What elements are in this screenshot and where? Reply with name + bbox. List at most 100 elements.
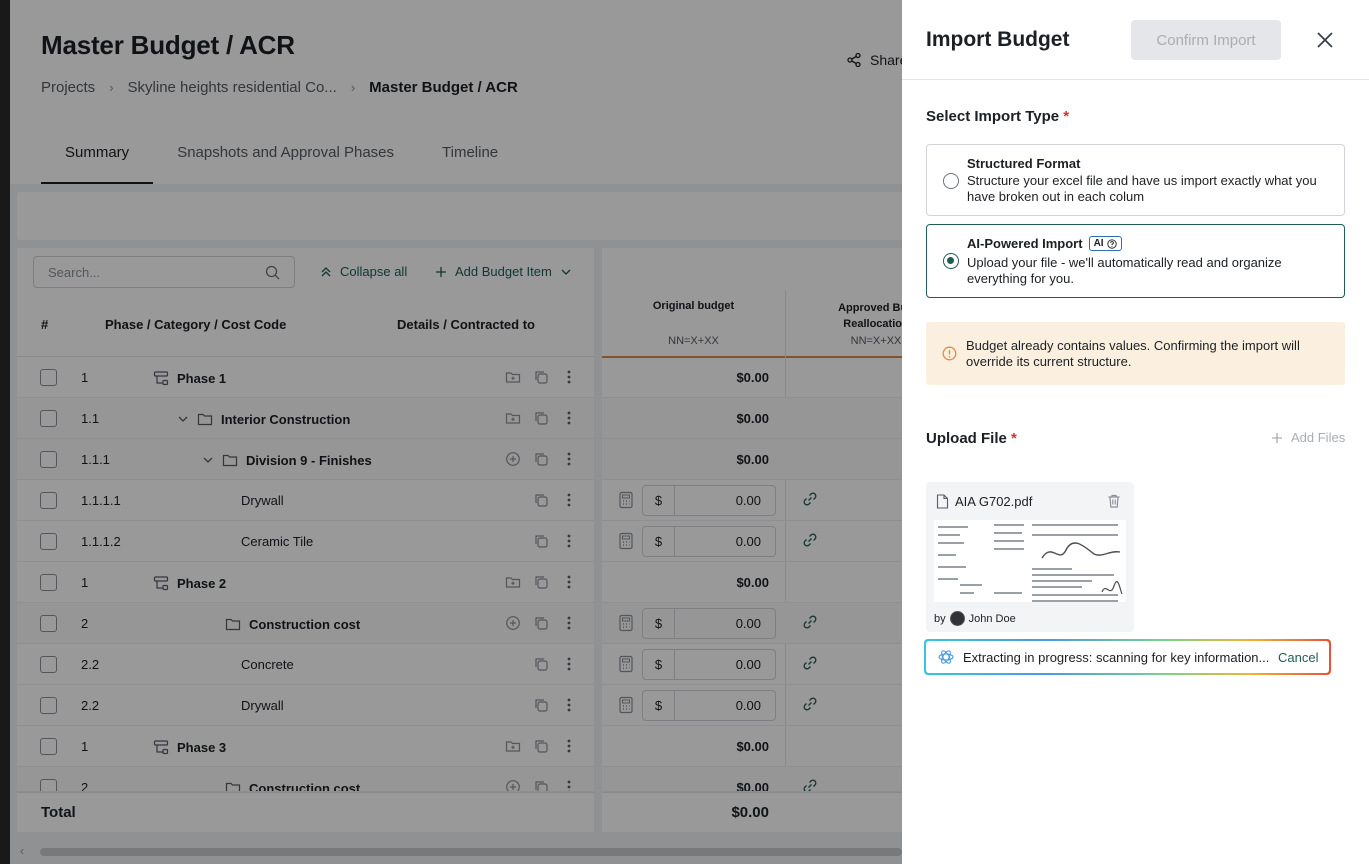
breadcrumb-projects[interactable]: Projects [41, 79, 95, 96]
row-checkbox[interactable] [40, 451, 57, 468]
duplicate-icon[interactable] [532, 696, 550, 714]
link-icon[interactable] [802, 655, 818, 671]
duplicate-icon[interactable] [532, 491, 550, 509]
link-icon[interactable] [802, 696, 818, 712]
add-files-button[interactable]: Add Files [1271, 430, 1345, 445]
add-folder-icon[interactable] [504, 573, 522, 591]
more-vertical-icon[interactable] [560, 573, 578, 591]
uploaded-file-card[interactable]: AIA G702.pdf by John Doe [926, 482, 1134, 632]
calculator-icon[interactable] [618, 614, 634, 632]
calculator-icon[interactable] [618, 532, 634, 550]
option-structured-format[interactable]: Structured Format Structure your excel f… [926, 144, 1345, 216]
duplicate-icon[interactable] [532, 614, 550, 632]
file-name: AIA G702.pdf [936, 494, 1032, 509]
duplicate-icon[interactable] [532, 532, 550, 550]
duplicate-icon[interactable] [532, 368, 550, 386]
row-checkbox[interactable] [40, 533, 57, 550]
tab-summary[interactable]: Summary [41, 128, 154, 184]
by-label: by [934, 612, 946, 625]
horizontal-scrollbar[interactable] [40, 848, 902, 856]
breadcrumb-project[interactable]: Skyline heights residential Co... [128, 79, 337, 96]
duplicate-icon[interactable] [532, 450, 550, 468]
calculator-icon[interactable] [618, 696, 634, 714]
cancel-extraction-button[interactable]: Cancel [1278, 650, 1318, 665]
table-row[interactable]: 1 Phase 1 [17, 357, 594, 398]
table-row[interactable]: 2.2 Drywall [17, 685, 594, 726]
link-icon[interactable] [802, 532, 818, 548]
table-row[interactable]: 1.1.1.2 Ceramic Tile [17, 521, 594, 562]
row-checkbox[interactable] [40, 779, 57, 791]
more-vertical-icon[interactable] [560, 655, 578, 673]
duplicate-icon[interactable] [532, 778, 550, 791]
chevron-down-icon[interactable] [560, 266, 572, 278]
budget-tree-panel: Search... Collapse all Add Budget Item #… [17, 248, 594, 832]
amount-value: 0.00 [735, 657, 761, 672]
radio-structured-format[interactable] [943, 173, 959, 189]
row-name: Construction cost [225, 780, 360, 791]
add-folder-icon[interactable] [504, 409, 522, 427]
more-vertical-icon[interactable] [560, 778, 578, 791]
search-input[interactable]: Search... [33, 256, 295, 288]
budget-amount-input[interactable]: $0.00 [642, 526, 776, 557]
duplicate-icon[interactable] [532, 573, 550, 591]
collapse-all-button[interactable]: Collapse all [320, 264, 407, 279]
row-checkbox[interactable] [40, 574, 57, 591]
table-row[interactable]: 1.1 Interior Construction [17, 398, 594, 439]
budget-amount-input[interactable]: $0.00 [642, 608, 776, 639]
share-button[interactable]: Share [846, 52, 907, 68]
table-row[interactable]: 2 Construction cost [17, 603, 594, 644]
budget-amount-input[interactable]: $0.00 [642, 485, 776, 516]
duplicate-icon[interactable] [532, 737, 550, 755]
table-row[interactable]: 1.1.1 Division 9 - Finishes [17, 439, 594, 480]
row-checkbox[interactable] [40, 410, 57, 427]
more-vertical-icon[interactable] [560, 450, 578, 468]
link-icon[interactable] [802, 778, 818, 792]
currency-symbol: $ [643, 691, 675, 720]
add-folder-icon[interactable] [504, 737, 522, 755]
add-budget-item-button[interactable]: Add Budget Item [435, 264, 572, 279]
tab-timeline[interactable]: Timeline [418, 128, 522, 184]
chevron-down-icon[interactable] [177, 413, 189, 425]
more-vertical-icon[interactable] [560, 696, 578, 714]
table-row[interactable]: 1 Phase 3 [17, 726, 594, 767]
row-actions [532, 491, 578, 509]
budget-amount-input[interactable]: $0.00 [642, 649, 776, 680]
row-checkbox[interactable] [40, 656, 57, 673]
duplicate-icon[interactable] [532, 655, 550, 673]
trash-icon[interactable] [1106, 493, 1122, 509]
link-icon[interactable] [802, 491, 818, 507]
option-ai-powered-import[interactable]: AI-Powered Import AI Upload your file - … [926, 224, 1345, 298]
help-icon[interactable] [1106, 238, 1117, 249]
calculator-icon[interactable] [618, 655, 634, 673]
add-folder-icon[interactable] [504, 368, 522, 386]
add-circle-icon[interactable] [504, 450, 522, 468]
more-vertical-icon[interactable] [560, 409, 578, 427]
table-row[interactable]: 1 Phase 2 [17, 562, 594, 603]
tab-snapshots[interactable]: Snapshots and Approval Phases [153, 128, 418, 184]
add-circle-icon[interactable] [504, 614, 522, 632]
calculator-icon[interactable] [618, 491, 634, 509]
row-checkbox[interactable] [40, 492, 57, 509]
add-circle-icon[interactable] [504, 778, 522, 791]
confirm-import-button[interactable]: Confirm Import [1131, 20, 1281, 60]
close-icon[interactable] [1314, 29, 1336, 51]
table-row[interactable]: 2 Construction cost [17, 767, 594, 792]
more-vertical-icon[interactable] [560, 491, 578, 509]
more-vertical-icon[interactable] [560, 737, 578, 755]
row-name: Drywall [241, 493, 284, 508]
budget-amount-input[interactable]: $0.00 [642, 690, 776, 721]
link-icon[interactable] [802, 614, 818, 630]
chevron-down-icon[interactable] [202, 454, 214, 466]
row-checkbox[interactable] [40, 615, 57, 632]
table-row[interactable]: 2.2 Concrete [17, 644, 594, 685]
row-checkbox[interactable] [40, 369, 57, 386]
row-checkbox[interactable] [40, 738, 57, 755]
row-checkbox[interactable] [40, 697, 57, 714]
table-row[interactable]: 1.1.1.1 Drywall [17, 480, 594, 521]
more-vertical-icon[interactable] [560, 614, 578, 632]
more-vertical-icon[interactable] [560, 532, 578, 550]
duplicate-icon[interactable] [532, 409, 550, 427]
more-vertical-icon[interactable] [560, 368, 578, 386]
radio-ai-powered-import[interactable] [943, 253, 959, 269]
scroll-left-icon[interactable]: ‹ [20, 844, 24, 858]
